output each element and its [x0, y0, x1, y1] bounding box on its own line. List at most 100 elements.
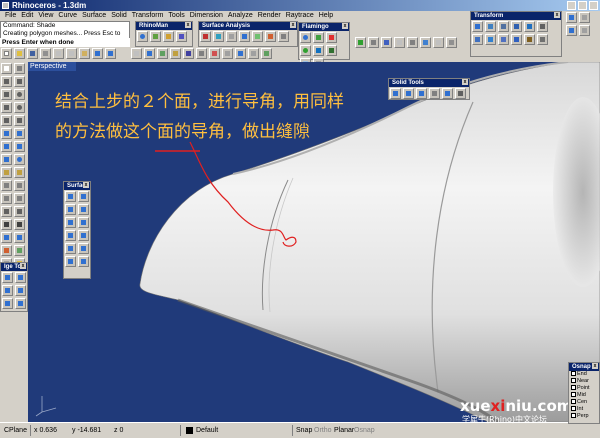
close-icon[interactable]: x — [185, 22, 191, 28]
close-icon[interactable]: x — [83, 182, 89, 188]
join-tool-button[interactable] — [14, 180, 25, 191]
tool-button[interactable] — [15, 272, 26, 283]
surface-patch-button[interactable] — [78, 243, 89, 254]
text-tool-button[interactable] — [1, 219, 12, 230]
tool-button[interactable] — [498, 34, 509, 45]
surface-planar-button[interactable] — [65, 204, 76, 215]
tool-button[interactable] — [300, 45, 311, 56]
osnap-mid[interactable]: Mid — [569, 392, 599, 399]
menu-render[interactable]: Render — [258, 12, 281, 19]
mirror-tool-button[interactable] — [524, 21, 535, 32]
tool-button[interactable] — [511, 34, 522, 45]
tool-button[interactable] — [537, 34, 548, 45]
rectangle-tool-button[interactable] — [1, 115, 12, 126]
ortho-toggle[interactable]: Ortho — [314, 423, 332, 438]
sphere-tool-button[interactable] — [14, 154, 25, 165]
dimension-tool-button[interactable] — [14, 219, 25, 230]
polyline-tool-button[interactable] — [14, 76, 25, 87]
tool-button[interactable] — [313, 45, 324, 56]
ellipse-tool-button[interactable] — [14, 102, 25, 113]
new-file-button[interactable] — [1, 48, 12, 59]
menu-edit[interactable]: Edit — [21, 12, 33, 19]
close-icon[interactable]: x — [554, 12, 560, 18]
tool-button[interactable] — [394, 37, 405, 48]
rotate-tool-button[interactable] — [498, 21, 509, 32]
tool-button[interactable] — [209, 48, 220, 59]
tool-button[interactable] — [261, 48, 272, 59]
box-tool-button[interactable] — [1, 154, 12, 165]
osnap-point[interactable]: Point — [569, 385, 599, 392]
tool-button[interactable] — [300, 32, 311, 43]
menu-file[interactable]: File — [5, 12, 16, 19]
fillet-tool-button[interactable] — [1, 206, 12, 217]
close-icon[interactable]: x — [592, 363, 598, 369]
tool-button[interactable] — [407, 37, 418, 48]
surface-network-button[interactable] — [65, 243, 76, 254]
chamfer-tool-button[interactable] — [14, 206, 25, 217]
surface-blend-button[interactable] — [65, 256, 76, 267]
tool-button[interactable] — [355, 37, 366, 48]
tool-button[interactable] — [183, 48, 194, 59]
osnap-cen[interactable]: Cen — [569, 399, 599, 406]
tool-button[interactable] — [252, 31, 263, 42]
trim-tool-button[interactable] — [14, 167, 25, 178]
surface-sweep2-button[interactable] — [78, 230, 89, 241]
tool-button[interactable] — [131, 48, 142, 59]
extract-button[interactable] — [442, 88, 453, 99]
close-icon[interactable]: x — [342, 23, 348, 29]
tool-button[interactable] — [213, 31, 224, 42]
tool-button[interactable] — [222, 48, 233, 59]
tool-button[interactable] — [485, 34, 496, 45]
surface-edge-button[interactable] — [78, 191, 89, 202]
tool-button[interactable] — [226, 31, 237, 42]
transform-tool-button[interactable] — [1, 232, 12, 243]
menu-transform[interactable]: Transform — [132, 12, 164, 19]
surface-revolve-button[interactable] — [78, 217, 89, 228]
menu-dimension[interactable]: Dimension — [190, 12, 223, 19]
tool-button[interactable] — [579, 25, 590, 36]
arc-tool-button[interactable] — [1, 102, 12, 113]
tool-button[interactable] — [200, 31, 211, 42]
move-tool-button[interactable] — [472, 21, 483, 32]
array-tool-button[interactable] — [537, 21, 548, 32]
tool-button[interactable] — [15, 298, 26, 309]
redo-button[interactable] — [105, 48, 116, 59]
tool-button[interactable] — [326, 32, 337, 43]
close-button[interactable] — [589, 1, 598, 10]
minimize-button[interactable] — [567, 1, 576, 10]
tool-button[interactable] — [248, 48, 259, 59]
tool-button[interactable] — [150, 31, 161, 42]
extrude-tool-button[interactable] — [14, 128, 25, 139]
menu-solid[interactable]: Solid — [111, 12, 127, 19]
close-icon[interactable]: x — [20, 263, 26, 269]
tool-button[interactable] — [566, 12, 577, 23]
close-icon[interactable]: x — [462, 79, 468, 85]
tool-button[interactable] — [265, 31, 276, 42]
tool-button[interactable] — [313, 32, 324, 43]
solid-tool-button[interactable] — [1, 141, 12, 152]
tool-button[interactable] — [579, 12, 590, 23]
menu-analyze[interactable]: Analyze — [228, 12, 253, 19]
tool-button[interactable] — [157, 48, 168, 59]
tool-button[interactable] — [433, 37, 444, 48]
tool-button[interactable] — [368, 37, 379, 48]
copy-tool-button[interactable] — [485, 21, 496, 32]
surface-loft-button[interactable] — [65, 217, 76, 228]
tool-button[interactable] — [278, 31, 289, 42]
tool-button[interactable] — [524, 34, 535, 45]
layer-tool-button[interactable] — [14, 245, 25, 256]
osnap-int[interactable]: Int — [569, 406, 599, 413]
surface-corner-button[interactable] — [65, 191, 76, 202]
cut-button[interactable] — [53, 48, 64, 59]
tool-button[interactable] — [566, 25, 577, 36]
boolean-intersect-button[interactable] — [416, 88, 427, 99]
polygon-tool-button[interactable] — [14, 115, 25, 126]
paste-button[interactable] — [79, 48, 90, 59]
tool-button[interactable] — [163, 31, 174, 42]
snap-toggle[interactable]: Snap — [296, 423, 312, 438]
save-file-button[interactable] — [27, 48, 38, 59]
status-layer[interactable]: Default — [196, 423, 218, 438]
tool-button[interactable] — [137, 31, 148, 42]
menu-view[interactable]: View — [38, 12, 53, 19]
planar-toggle[interactable]: Planar — [334, 423, 354, 438]
